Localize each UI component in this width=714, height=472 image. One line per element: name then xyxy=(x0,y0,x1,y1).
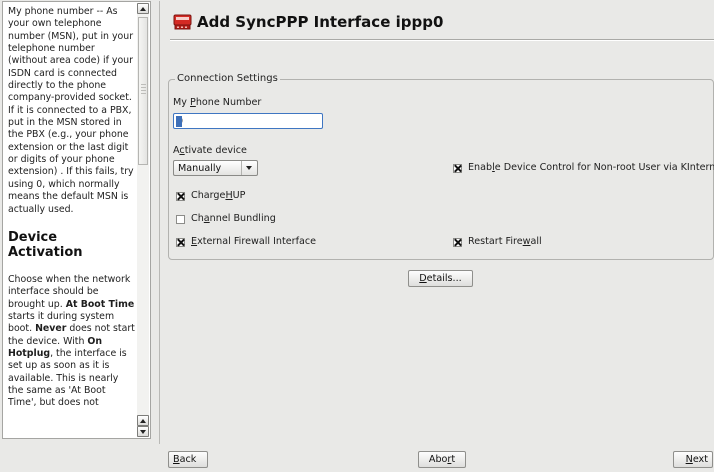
scrollbar-thumb[interactable] xyxy=(138,17,148,165)
phone-number-label: My Phone Number xyxy=(173,97,262,108)
scroll-up-arrow-icon[interactable] xyxy=(137,415,149,426)
text-cursor xyxy=(176,116,182,127)
help-text: My phone number -- As your own telephone… xyxy=(8,6,136,410)
channel-bundling-label[interactable]: Channel Bundling xyxy=(191,213,276,224)
phone-number-input[interactable] xyxy=(173,113,323,129)
scroll-up-arrow-icon[interactable] xyxy=(137,3,149,14)
restart-firewall-label[interactable]: Restart Firewall xyxy=(468,236,542,247)
network-device-icon xyxy=(173,14,192,31)
activate-device-label: Activate device xyxy=(173,145,247,156)
restart-firewall-checkbox[interactable] xyxy=(453,238,462,247)
channel-bundling-checkbox[interactable] xyxy=(176,215,185,224)
next-button[interactable]: Next xyxy=(673,451,713,468)
connection-settings-group: Connection Settings My Phone Number Acti… xyxy=(168,73,714,260)
activate-device-value: Manually xyxy=(178,163,222,174)
main-panel: Add SyncPPP Interface ippp0 Connection S… xyxy=(159,1,714,444)
details-button[interactable]: Details... xyxy=(408,270,473,287)
help-paragraph-phone: My phone number -- As your own telephone… xyxy=(8,6,134,215)
bottom-button-bar: Back Abort Next xyxy=(0,444,714,472)
combo-dropdown-button[interactable] xyxy=(241,161,257,175)
abort-button[interactable]: Abort xyxy=(418,451,466,468)
device-control-checkbox[interactable] xyxy=(453,164,462,173)
scroll-down-arrow-icon[interactable] xyxy=(137,426,149,437)
activate-device-select[interactable]: Manually xyxy=(173,160,258,176)
device-control-label[interactable]: Enable Device Control for Non-root User … xyxy=(468,162,714,173)
external-firewall-checkbox[interactable] xyxy=(176,238,185,247)
chargehup-checkbox[interactable] xyxy=(176,192,185,201)
back-button[interactable]: Back xyxy=(168,451,208,468)
help-pane: My phone number -- As your own telephone… xyxy=(2,1,151,439)
chevron-down-icon xyxy=(246,166,252,170)
title-separator xyxy=(170,39,714,41)
help-scrollbar[interactable] xyxy=(137,3,149,437)
dialog-title: Add SyncPPP Interface ippp0 xyxy=(197,13,444,31)
chargehup-label[interactable]: ChargeHUP xyxy=(191,190,245,201)
connection-settings-legend: Connection Settings xyxy=(175,73,280,84)
help-paragraph-activation: Choose when the network interface should… xyxy=(8,273,135,409)
external-firewall-label[interactable]: External Firewall Interface xyxy=(191,236,316,247)
help-heading-device-activation: Device Activation xyxy=(8,229,83,260)
